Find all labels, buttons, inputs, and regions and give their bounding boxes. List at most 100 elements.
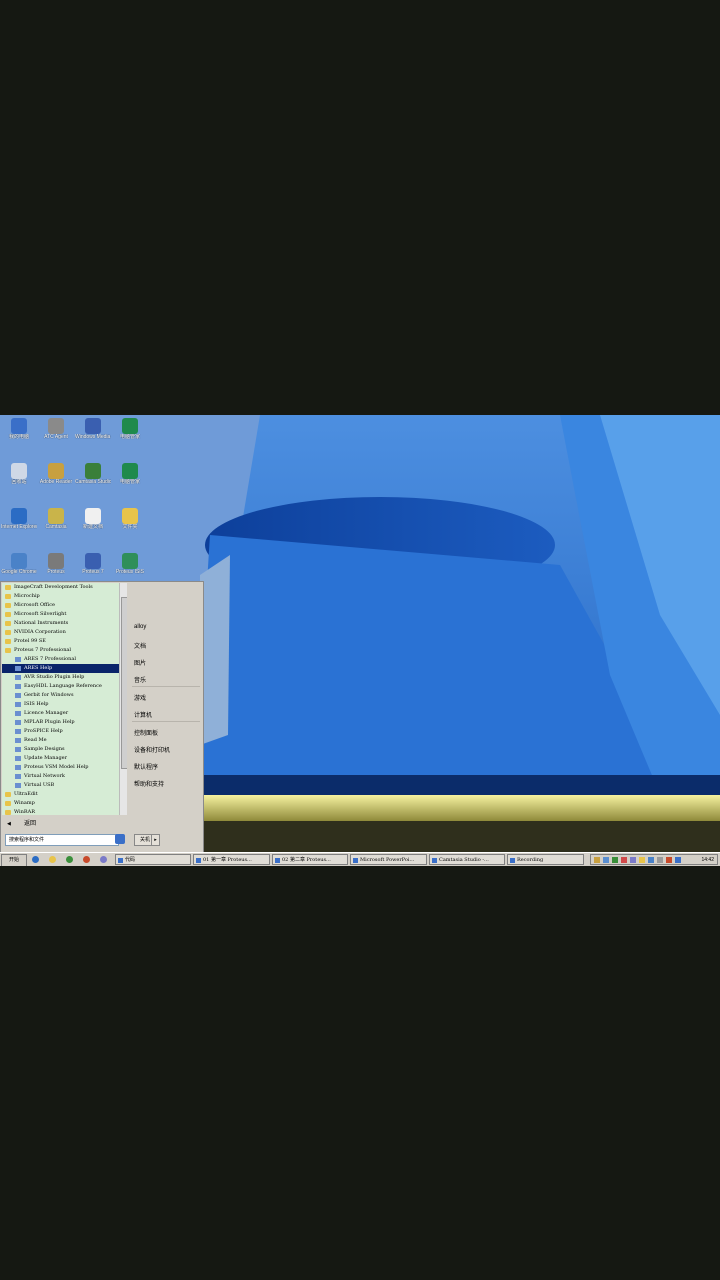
desktop-icon[interactable]: ATC Agent — [38, 418, 74, 458]
program-folder[interactable]: Microchip — [2, 592, 127, 601]
proteus-icon — [85, 553, 101, 569]
tray-icon[interactable] — [666, 857, 672, 863]
desktop-icon-label: 我的电脑 — [8, 434, 29, 440]
tray-icon[interactable] — [630, 857, 636, 863]
desktop-icon[interactable]: Internet Explorer — [1, 508, 37, 548]
explorer-icon[interactable] — [49, 856, 56, 863]
program-item[interactable]: ProSPICE Help — [2, 727, 127, 736]
desktop-icon[interactable]: 电脑管家 — [112, 418, 148, 458]
program-icon — [15, 765, 21, 770]
program-folder[interactable]: Protel 99 SE — [2, 637, 127, 646]
program-item[interactable]: Read Me — [2, 736, 127, 745]
desktop-icon[interactable]: Camtasia Studio — [75, 463, 111, 503]
program-label: ARES Help — [24, 665, 53, 671]
adobe-icon[interactable] — [83, 856, 90, 863]
program-icon — [15, 720, 21, 725]
start-menu-right-pane: alloy 文档图片音乐游戏计算机控制面板设备和打印机 默认程序帮助和支持 — [129, 582, 203, 830]
program-folder[interactable]: NVIDIA Corporation — [2, 628, 127, 637]
program-item[interactable]: ISIS Help — [2, 700, 127, 709]
tray-icon[interactable] — [648, 857, 654, 863]
computer-icon — [11, 418, 27, 434]
app-icon[interactable] — [100, 856, 107, 863]
media-icon[interactable] — [66, 856, 73, 863]
program-item[interactable]: Virtual USB — [2, 781, 127, 790]
window-icon — [118, 858, 123, 863]
window-icon — [510, 858, 515, 863]
program-item[interactable]: ARES 7 Professional — [2, 655, 127, 664]
search-input[interactable]: 搜索程序和文件 — [5, 834, 119, 846]
camtasia-icon — [85, 463, 101, 479]
ie-icon[interactable] — [32, 856, 39, 863]
program-item[interactable]: Sample Designs — [2, 745, 127, 754]
program-item[interactable]: MPLAB Plugin Help — [2, 718, 127, 727]
program-icon — [15, 693, 21, 698]
program-item[interactable]: ARES Help — [2, 664, 127, 673]
program-folder[interactable]: Winamp — [2, 799, 127, 808]
program-icon — [15, 756, 21, 761]
program-item[interactable]: Proteus VSM Model Help — [2, 763, 127, 772]
start-menu-right-item[interactable]: 默认程序 — [134, 762, 158, 771]
program-folder[interactable]: Proteus 7 Professional — [2, 646, 127, 655]
start-button[interactable]: 开始 — [1, 854, 27, 866]
desktop-icon[interactable]: 新建文档 — [75, 508, 111, 548]
program-folder[interactable]: Microsoft Office — [2, 601, 127, 610]
program-folder[interactable]: WinRAR — [2, 808, 127, 815]
desktop-icon[interactable]: 电脑管家 — [112, 463, 148, 503]
start-menu-right-item[interactable]: 音乐 — [134, 675, 146, 684]
back-button[interactable]: ◀ 返回 — [2, 818, 127, 830]
start-menu-right-item[interactable]: 设备和打印机 — [134, 745, 170, 754]
start-menu-right-item[interactable]: 控制面板 — [134, 728, 158, 737]
tray-icon[interactable] — [621, 857, 627, 863]
program-item[interactable]: Update Manager — [2, 754, 127, 763]
tray-icon[interactable] — [603, 857, 609, 863]
desktop-icon[interactable]: 回收站 — [1, 463, 37, 503]
browser-icon — [11, 553, 27, 569]
program-item[interactable]: EasyHDL Language Reference — [2, 682, 127, 691]
taskbar-button[interactable]: Recording — [507, 854, 584, 865]
program-item[interactable]: Virtual Network — [2, 772, 127, 781]
tray-icon[interactable] — [612, 857, 618, 863]
system-tray: 14:42 — [590, 854, 718, 865]
program-label: ImageCraft Development Tools — [14, 584, 93, 590]
desktop-icon[interactable]: 文件夹 — [112, 508, 148, 548]
program-folder[interactable]: Microsoft Silverlight — [2, 610, 127, 619]
program-item[interactable]: Licence Manager — [2, 709, 127, 718]
taskbar-button[interactable]: 01 第一章 Proteus... — [193, 854, 270, 865]
program-label: Microsoft Office — [14, 602, 55, 608]
start-menu-right-item[interactable]: 文档 — [134, 641, 146, 650]
program-folder[interactable]: UltraEdit — [2, 790, 127, 799]
program-label: Virtual Network — [24, 773, 65, 779]
tray-icon[interactable] — [594, 857, 600, 863]
app-icon — [122, 418, 138, 434]
desktop-icon[interactable]: 我的电脑 — [1, 418, 37, 458]
taskbar-button[interactable]: 代码 — [115, 854, 191, 865]
desktop-icon[interactable]: Camtasia — [38, 508, 74, 548]
program-list-scrollbar[interactable] — [119, 583, 127, 815]
search-icon[interactable] — [115, 834, 125, 844]
back-arrow-icon: ◀ — [7, 821, 11, 827]
desktop-icon[interactable]: Adobe Reader — [38, 463, 74, 503]
taskbar-button[interactable]: Camtasia Studio -... — [429, 854, 505, 865]
program-item[interactable]: Gerbit for Windows — [2, 691, 127, 700]
folder-icon — [5, 621, 11, 626]
desktop-icon[interactable]: Windows Media Player — [75, 418, 111, 458]
program-item[interactable]: AVR Studio Plugin Help — [2, 673, 127, 682]
program-folder[interactable]: National Instruments — [2, 619, 127, 628]
window-icon — [432, 858, 437, 863]
shutdown-options-button[interactable]: ▸ — [151, 834, 160, 846]
start-menu-right-item[interactable]: 计算机 — [134, 710, 152, 719]
start-menu-right-item[interactable]: 图片 — [134, 658, 146, 667]
start-menu-right-item[interactable]: 游戏 — [134, 693, 146, 702]
taskbar-button[interactable]: Microsoft PowerPoi... — [350, 854, 427, 865]
start-menu-right-item[interactable]: alloy — [134, 624, 146, 630]
program-folder[interactable]: ImageCraft Development Tools — [2, 583, 127, 592]
scrollbar-thumb[interactable] — [121, 597, 127, 769]
program-label: Protel 99 SE — [14, 638, 46, 644]
taskbar-button[interactable]: 02 第二章 Proteus... — [272, 854, 348, 865]
tray-icon[interactable] — [639, 857, 645, 863]
tray-icon[interactable] — [657, 857, 663, 863]
start-menu-right-item[interactable]: 帮助和支持 — [134, 779, 164, 788]
folder-icon — [5, 801, 11, 806]
folder-icon — [5, 792, 11, 797]
tray-icon[interactable] — [675, 857, 681, 863]
